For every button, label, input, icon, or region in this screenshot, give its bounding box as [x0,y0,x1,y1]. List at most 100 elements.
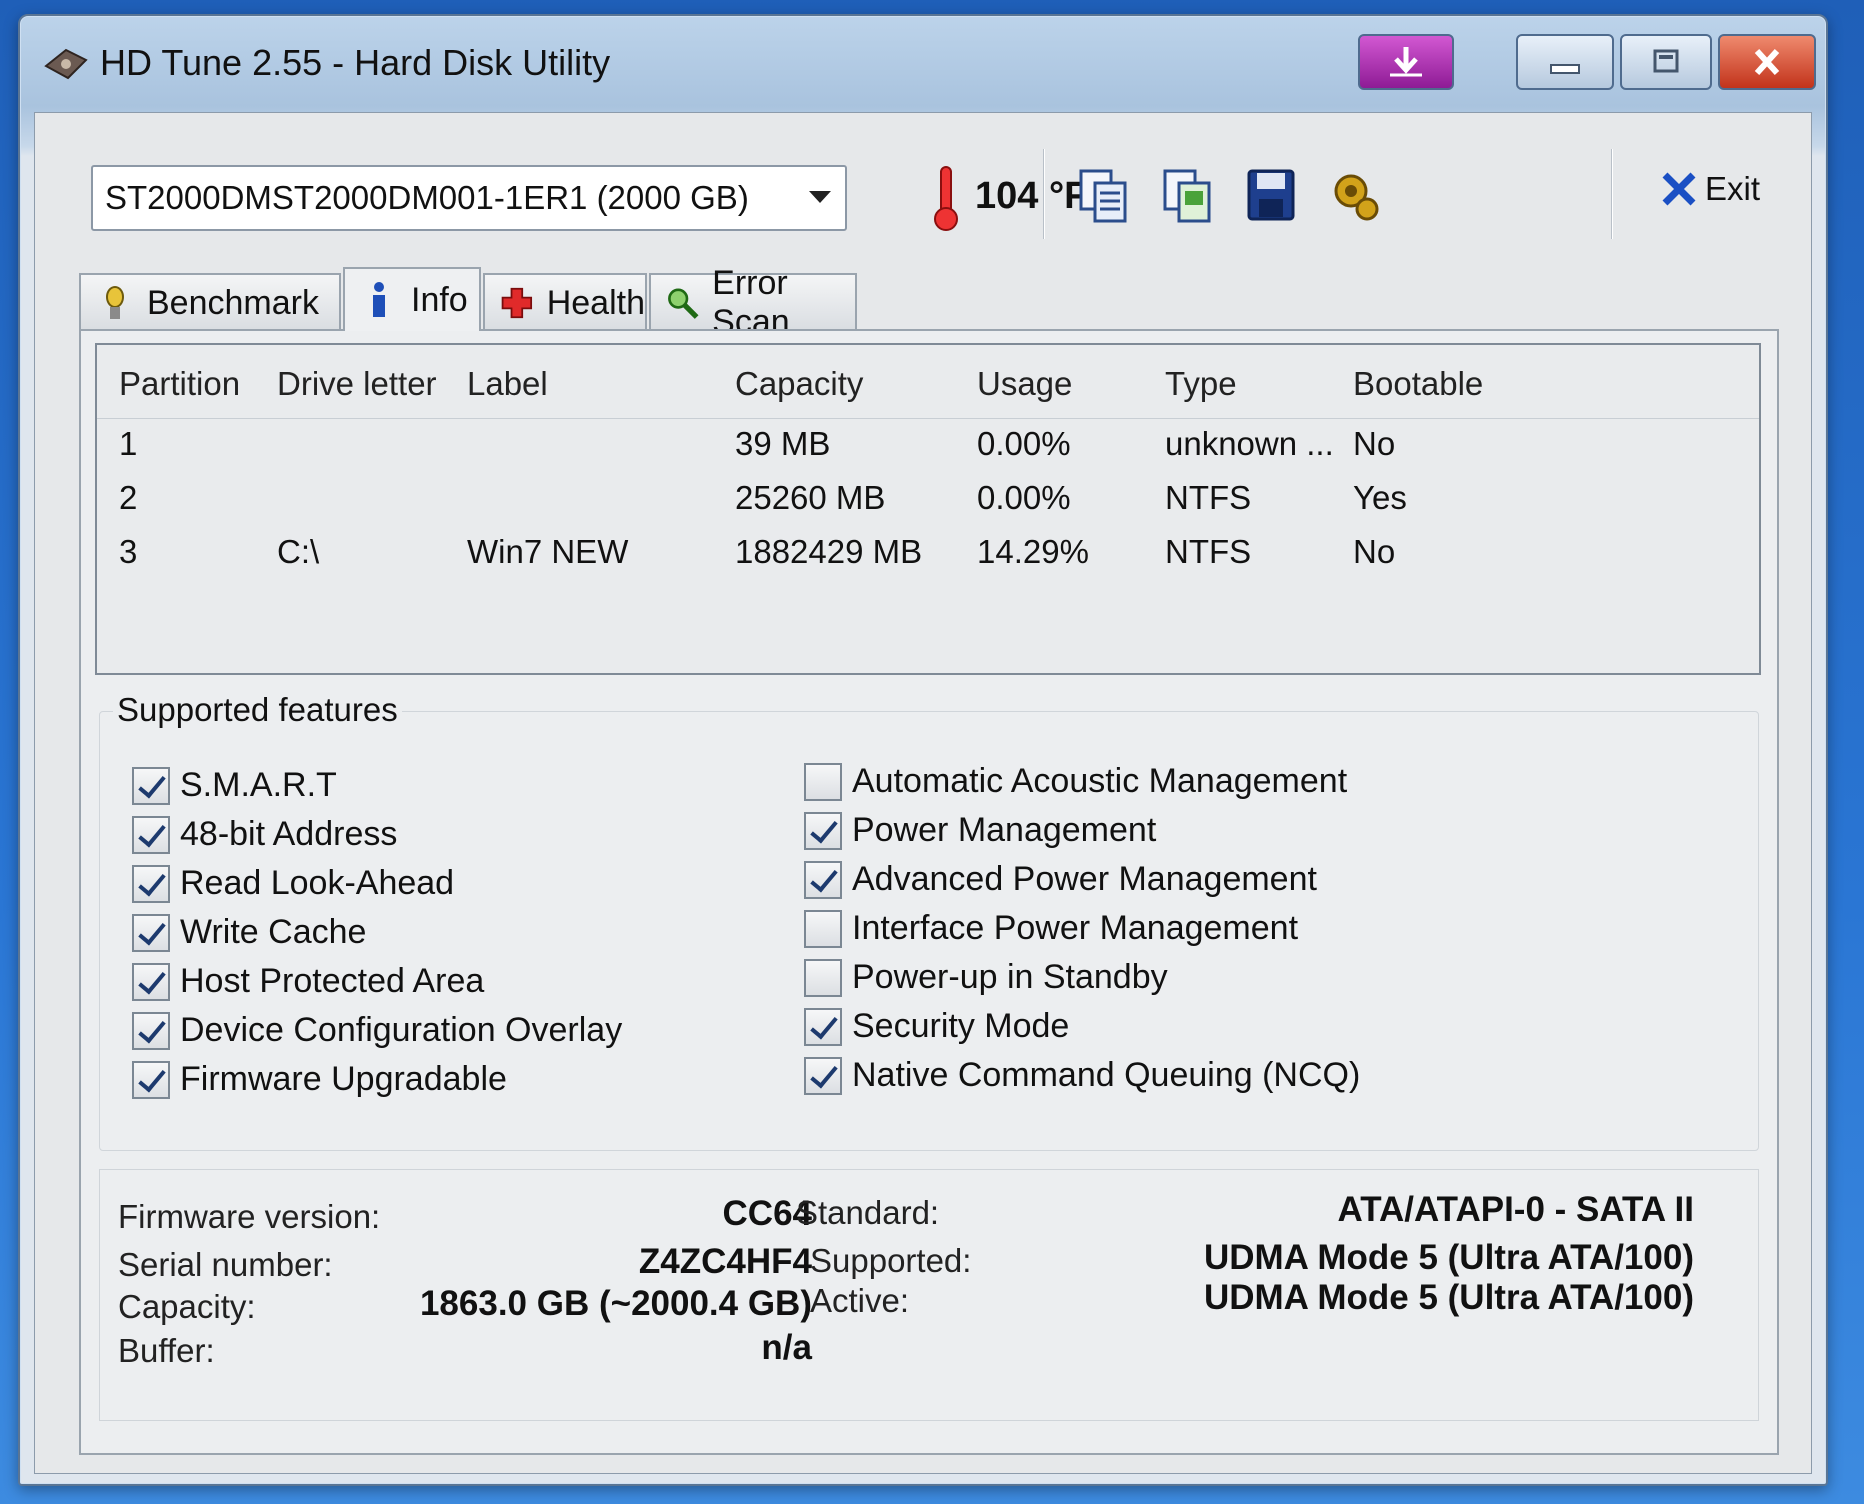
options-icon[interactable] [1327,165,1383,225]
cell-usage: 14.29% [977,533,1089,570]
copy-text-icon[interactable] [1075,165,1131,225]
checkbox[interactable] [132,815,170,854]
download-button[interactable] [1358,34,1454,90]
cell-bootable: Yes [1353,479,1407,516]
feature-host-protected-area[interactable]: Host Protected Area [132,962,484,1001]
cell-label: Win7 NEW [467,533,629,570]
feature-label: S.M.A.R.T [180,766,337,804]
checkbox[interactable] [804,811,842,850]
firmware-label: Firmware version: [118,1198,381,1235]
cell-usage: 0.00% [977,479,1071,516]
column-header[interactable]: Partition [119,365,240,403]
column-header[interactable]: Usage [977,365,1072,403]
feature-power-management[interactable]: Power Management [804,811,1156,850]
capacity-label: Capacity: [118,1288,256,1325]
feature-interface-power-management[interactable]: Interface Power Management [804,909,1298,948]
column-header[interactable]: Label [467,365,548,403]
temperature-readout: 104 °F [975,175,1088,217]
serial-label: Serial number: [118,1246,333,1283]
window-title: HD Tune 2.55 - Hard Disk Utility [100,42,611,83]
partition-table-header: Partition Drive letter Label Capacity Us… [97,345,1759,419]
cell-type: NTFS [1165,533,1252,570]
checkbox[interactable] [132,913,170,952]
info-panel: Partition Drive letter Label Capacity Us… [79,329,1779,1455]
tab-info-label: Info [411,280,468,319]
benchmark-icon [106,286,124,319]
feature-label: Firmware Upgradable [180,1060,507,1098]
checkbox[interactable] [132,1011,170,1050]
chevron-down-icon[interactable] [809,191,831,203]
feature-label: Read Look-Ahead [180,864,455,902]
download-arrow-icon [1390,47,1422,77]
checkbox[interactable] [804,909,842,948]
maximize-button[interactable] [1620,34,1712,90]
info-icon [373,282,385,317]
partition-table: Partition Drive letter Label Capacity Us… [95,343,1761,675]
feature-apm[interactable]: Advanced Power Management [804,860,1317,899]
feature-smart[interactable]: S.M.A.R.T [132,766,337,805]
feature-security-mode[interactable]: Security Mode [804,1007,1069,1046]
checkbox[interactable] [804,958,842,997]
copy-screenshot-icon[interactable] [1159,165,1215,225]
feature-label: Host Protected Area [180,962,485,1000]
feature-power-up-in-standby[interactable]: Power-up in Standby [804,958,1168,997]
feature-label: Device Configuration Overlay [180,1011,623,1049]
save-icon[interactable] [1243,165,1299,225]
checkbox[interactable] [132,864,170,903]
cell-capacity: 1882429 MB [735,533,923,570]
checkbox[interactable] [804,762,842,801]
hd-tune-app-icon [44,48,88,80]
minimize-button[interactable] [1516,34,1614,90]
column-header[interactable]: Drive letter [277,365,437,403]
feature-label: Interface Power Management [852,909,1299,947]
close-button[interactable] [1718,34,1816,90]
checkbox[interactable] [132,962,170,1001]
feature-write-cache[interactable]: Write Cache [132,913,366,952]
thermometer-icon [934,166,958,231]
exit-label: Exit [1705,170,1761,207]
active-value: UDMA Mode 5 (Ultra ATA/100) [1203,1278,1694,1317]
checkbox[interactable] [804,860,842,899]
main-client-area: ST2000DMST2000DM001-1ER1 (2000 GB) 104 °… [34,112,1812,1474]
app-window: HD Tune 2.55 - Hard Disk Utility ST2000D… [18,14,1828,1486]
column-header[interactable]: Type [1165,365,1237,403]
drive-select[interactable]: ST2000DMST2000DM001-1ER1 (2000 GB) [91,165,847,231]
checkbox[interactable] [804,1007,842,1046]
checkbox[interactable] [132,1060,170,1099]
feature-48bit-address[interactable]: 48-bit Address [132,815,397,854]
capacity-value: 1863.0 GB (~2000.4 GB) [419,1284,812,1323]
tab-health[interactable]: Health [483,273,647,331]
feature-aam[interactable]: Automatic Acoustic Management [804,762,1347,801]
magnifier-icon [668,288,699,319]
tab-benchmark[interactable]: Benchmark [79,273,341,331]
cell-drive-letter: C:\ [277,533,320,570]
column-header[interactable]: Bootable [1353,365,1483,403]
feature-device-configuration-overlay[interactable]: Device Configuration Overlay [132,1011,622,1050]
supported-features-title: Supported features [113,691,402,729]
tab-benchmark-label: Benchmark [147,283,319,322]
title-bar[interactable]: HD Tune 2.55 - Hard Disk Utility [20,16,1826,112]
feature-label: Automatic Acoustic Management [852,762,1348,800]
close-icon [1754,48,1780,76]
serial-value: Z4ZC4HF4 [638,1242,812,1281]
feature-read-look-ahead[interactable]: Read Look-Ahead [132,864,454,903]
buffer-label: Buffer: [118,1332,215,1369]
feature-label: Native Command Queuing (NCQ) [852,1056,1361,1094]
supported-value: UDMA Mode 5 (Ultra ATA/100) [1203,1238,1694,1277]
standard-label: Standard: [796,1194,940,1231]
feature-firmware-upgradable[interactable]: Firmware Upgradable [132,1060,507,1099]
checkbox[interactable] [804,1056,842,1095]
checkbox[interactable] [132,766,170,805]
maximize-icon [1653,49,1679,73]
tab-info[interactable]: Info [343,267,481,331]
buffer-value: n/a [761,1328,812,1367]
tab-error-scan[interactable]: Error Scan [649,264,857,341]
exit-button[interactable]: Exit [1659,169,1760,209]
feature-ncq[interactable]: Native Command Queuing (NCQ) [804,1056,1360,1095]
drive-select-value: ST2000DMST2000DM001-1ER1 (2000 GB) [105,179,749,216]
column-header[interactable]: Capacity [735,365,863,403]
feature-label: Write Cache [180,913,367,951]
cell-bootable: No [1353,425,1396,462]
cell-partition: 3 [119,533,138,570]
exit-x-icon [1662,172,1696,206]
